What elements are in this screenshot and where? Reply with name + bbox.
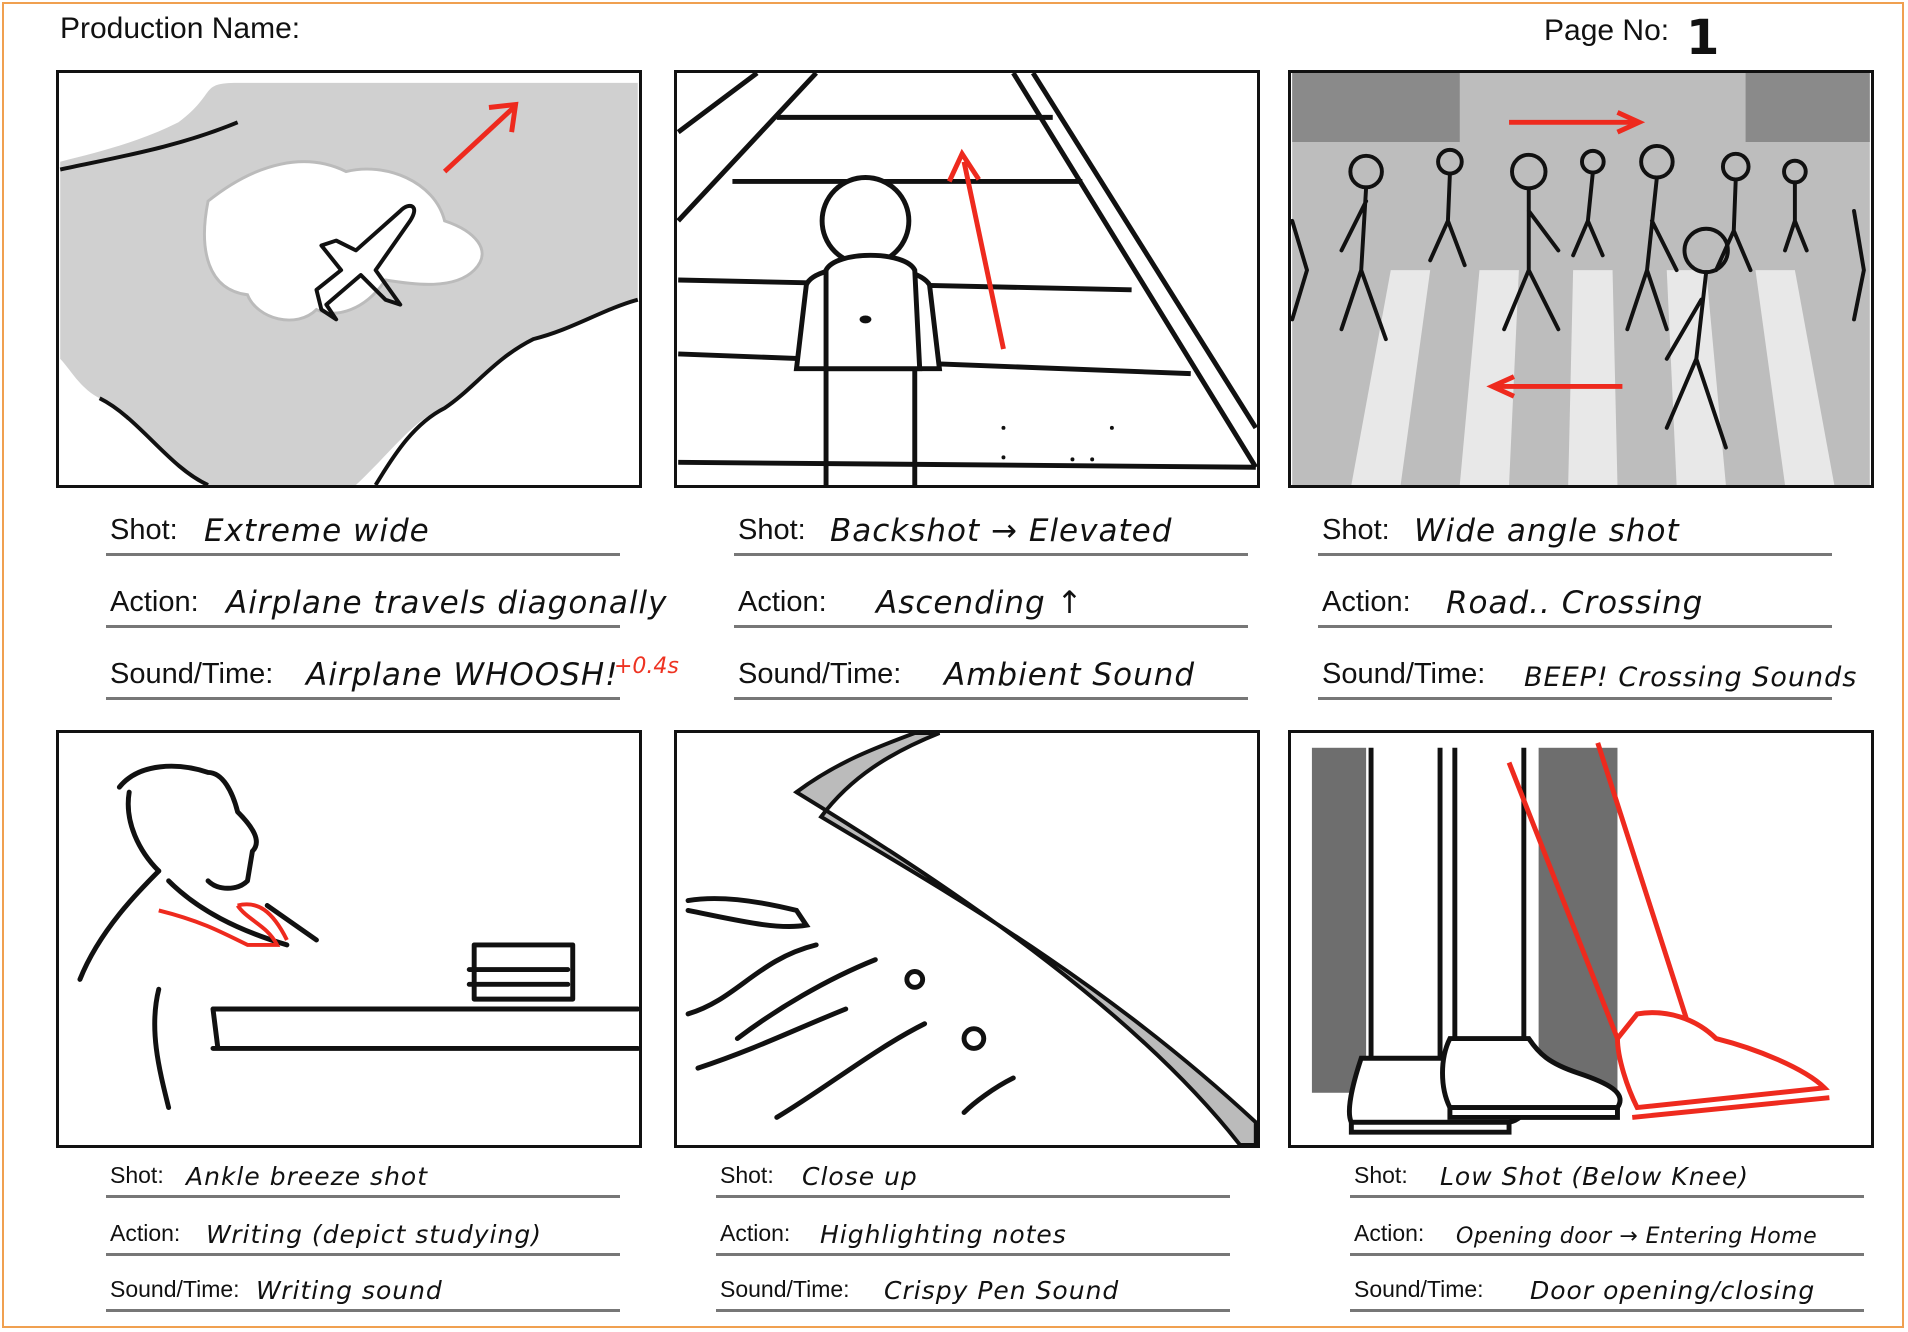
shot-label: Shot: bbox=[720, 1162, 774, 1188]
action-label: Action: bbox=[720, 1220, 791, 1246]
sound-value: Writing sound bbox=[256, 1276, 443, 1305]
action-label: Action: bbox=[1322, 586, 1411, 618]
action-value: Writing (depict studying) bbox=[206, 1220, 542, 1249]
panel-3-shot-row: Shot: Wide angle shot bbox=[1318, 500, 1832, 556]
timing-note: +0.4s bbox=[614, 654, 679, 679]
panel-6-frame bbox=[1288, 730, 1874, 1148]
panel-5-action-row: Action: Highlighting notes bbox=[716, 1200, 1230, 1256]
sound-value: Crispy Pen Sound bbox=[884, 1276, 1120, 1305]
shot-value: Close up bbox=[802, 1162, 918, 1191]
panel-1-action-row: Action: Airplane travels diagonally bbox=[106, 572, 667, 628]
panel-2-shot-row: Shot: Backshot → Elevated bbox=[734, 500, 1248, 556]
action-value: Road.. Crossing bbox=[1446, 585, 1704, 621]
panel-6-shot-row: Shot: Low Shot (Below Knee) bbox=[1350, 1142, 1864, 1198]
shot-value: Extreme wide bbox=[204, 513, 430, 549]
panel-2-action-row: Action: Ascending ↑ bbox=[734, 572, 1248, 628]
panel-2-sound-row: Sound/Time: Ambient Sound bbox=[734, 644, 1248, 700]
panel-6-sound-row: Sound/Time: Door opening/closing bbox=[1350, 1256, 1864, 1312]
panel-4-shot-row: Shot: Ankle breeze shot bbox=[106, 1142, 620, 1198]
panel-3-sound-row: Sound/Time: BEEP! Crossing Sounds bbox=[1318, 644, 1856, 700]
sound-label: Sound/Time: bbox=[110, 658, 274, 690]
panel-5-shot-row: Shot: Close up bbox=[716, 1142, 1230, 1198]
panel-5-sound-row: Sound/Time: Crispy Pen Sound bbox=[716, 1256, 1230, 1312]
sound-label: Sound/Time: bbox=[1322, 658, 1486, 690]
pen-notes-icon bbox=[685, 733, 1257, 1145]
page-number-label: Page No: bbox=[1544, 14, 1670, 47]
feet-doorway-icon bbox=[1311, 742, 1830, 1135]
panel-2-frame bbox=[674, 70, 1260, 488]
action-label: Action: bbox=[1354, 1220, 1425, 1246]
shot-label: Shot: bbox=[1354, 1162, 1408, 1188]
boy-writing-desk-icon bbox=[77, 763, 639, 1111]
panel-6-action-row: Action: Opening door → Entering Home bbox=[1350, 1200, 1864, 1256]
shot-value: Low Shot (Below Knee) bbox=[1440, 1162, 1750, 1191]
action-label: Action: bbox=[110, 586, 199, 618]
panel-1-shot-row: Shot: Extreme wide bbox=[106, 500, 620, 556]
panel-1-frame bbox=[56, 70, 642, 488]
action-value: Highlighting notes bbox=[820, 1220, 1067, 1249]
shot-value: Ankle breeze shot bbox=[186, 1162, 429, 1191]
sound-value: Door opening/closing bbox=[1530, 1276, 1816, 1305]
sound-label: Sound/Time: bbox=[110, 1276, 240, 1302]
panel-3-action-row: Action: Road.. Crossing bbox=[1318, 572, 1832, 628]
panel-4-sound-row: Sound/Time: Writing sound bbox=[106, 1256, 620, 1312]
panel-5-frame bbox=[674, 730, 1260, 1148]
production-name-label: Production Name: bbox=[60, 12, 301, 45]
shot-label: Shot: bbox=[110, 1162, 164, 1188]
sound-value: Airplane WHOOSH! bbox=[306, 657, 619, 693]
action-value: Opening door → Entering Home bbox=[1456, 1224, 1818, 1249]
sound-value: BEEP! Crossing Sounds bbox=[1524, 662, 1858, 693]
action-label: Action: bbox=[110, 1220, 181, 1246]
sound-label: Sound/Time: bbox=[720, 1276, 850, 1302]
person-stairs-icon bbox=[677, 73, 1257, 485]
page-number: 1 bbox=[1686, 10, 1720, 66]
sound-label: Sound/Time: bbox=[738, 658, 902, 690]
shot-label: Shot: bbox=[738, 514, 806, 546]
action-value: Airplane travels diagonally bbox=[226, 585, 668, 621]
panel-4-frame bbox=[56, 730, 642, 1148]
sound-value: Ambient Sound bbox=[944, 657, 1196, 693]
action-value: Ascending ↑ bbox=[876, 585, 1084, 621]
panel-4-action-row: Action: Writing (depict studying) bbox=[106, 1200, 620, 1256]
panel-3-frame bbox=[1288, 70, 1874, 488]
shot-value: Backshot → Elevated bbox=[830, 513, 1173, 549]
crowd-crosswalk-icon bbox=[1291, 73, 1870, 485]
shot-label: Shot: bbox=[110, 514, 178, 546]
airplane-clouds-icon bbox=[59, 82, 639, 485]
action-label: Action: bbox=[738, 586, 827, 618]
panel-1-sound-row: Sound/Time: Airplane WHOOSH! bbox=[106, 644, 620, 700]
sound-label: Sound/Time: bbox=[1354, 1276, 1484, 1302]
shot-label: Shot: bbox=[1322, 514, 1390, 546]
shot-value: Wide angle shot bbox=[1414, 513, 1680, 549]
